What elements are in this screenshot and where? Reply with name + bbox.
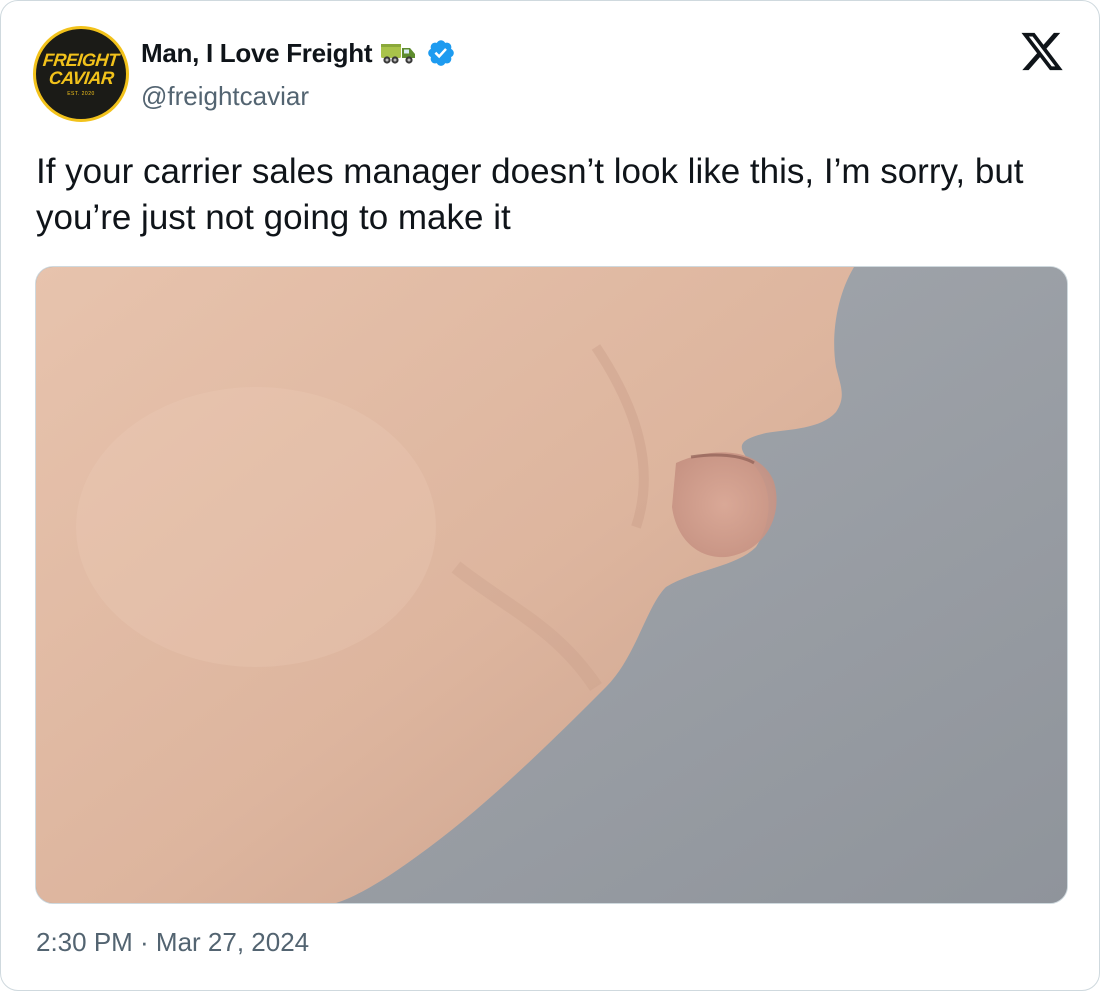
avatar[interactable]: FREIGHT CAVIAR EST. 2020 [33,26,129,122]
author-name-row: Man, I Love Freight [141,37,456,69]
verified-badge-icon[interactable] [426,38,456,68]
tweet-timestamp[interactable]: 2:30 PM · Mar 27, 2024 [36,927,309,958]
avatar-text-freight: FREIGHT [42,50,120,70]
display-name[interactable]: Man, I Love Freight [141,38,373,69]
avatar-text-est: EST. 2020 [67,91,95,97]
tweet-media-photo[interactable] [35,266,1068,904]
truck-icon [381,44,416,64]
avatar-text-caviar: CAVIAR [47,68,115,88]
tweet-card: FREIGHT CAVIAR EST. 2020 Man, I Love Fre… [0,0,1100,991]
face-profile-photo [36,267,1067,903]
x-logo-icon[interactable] [1019,31,1065,73]
tweet-text: If your carrier sales manager doesn’t lo… [36,152,1024,237]
author-handle[interactable]: @freightcaviar [141,81,309,112]
